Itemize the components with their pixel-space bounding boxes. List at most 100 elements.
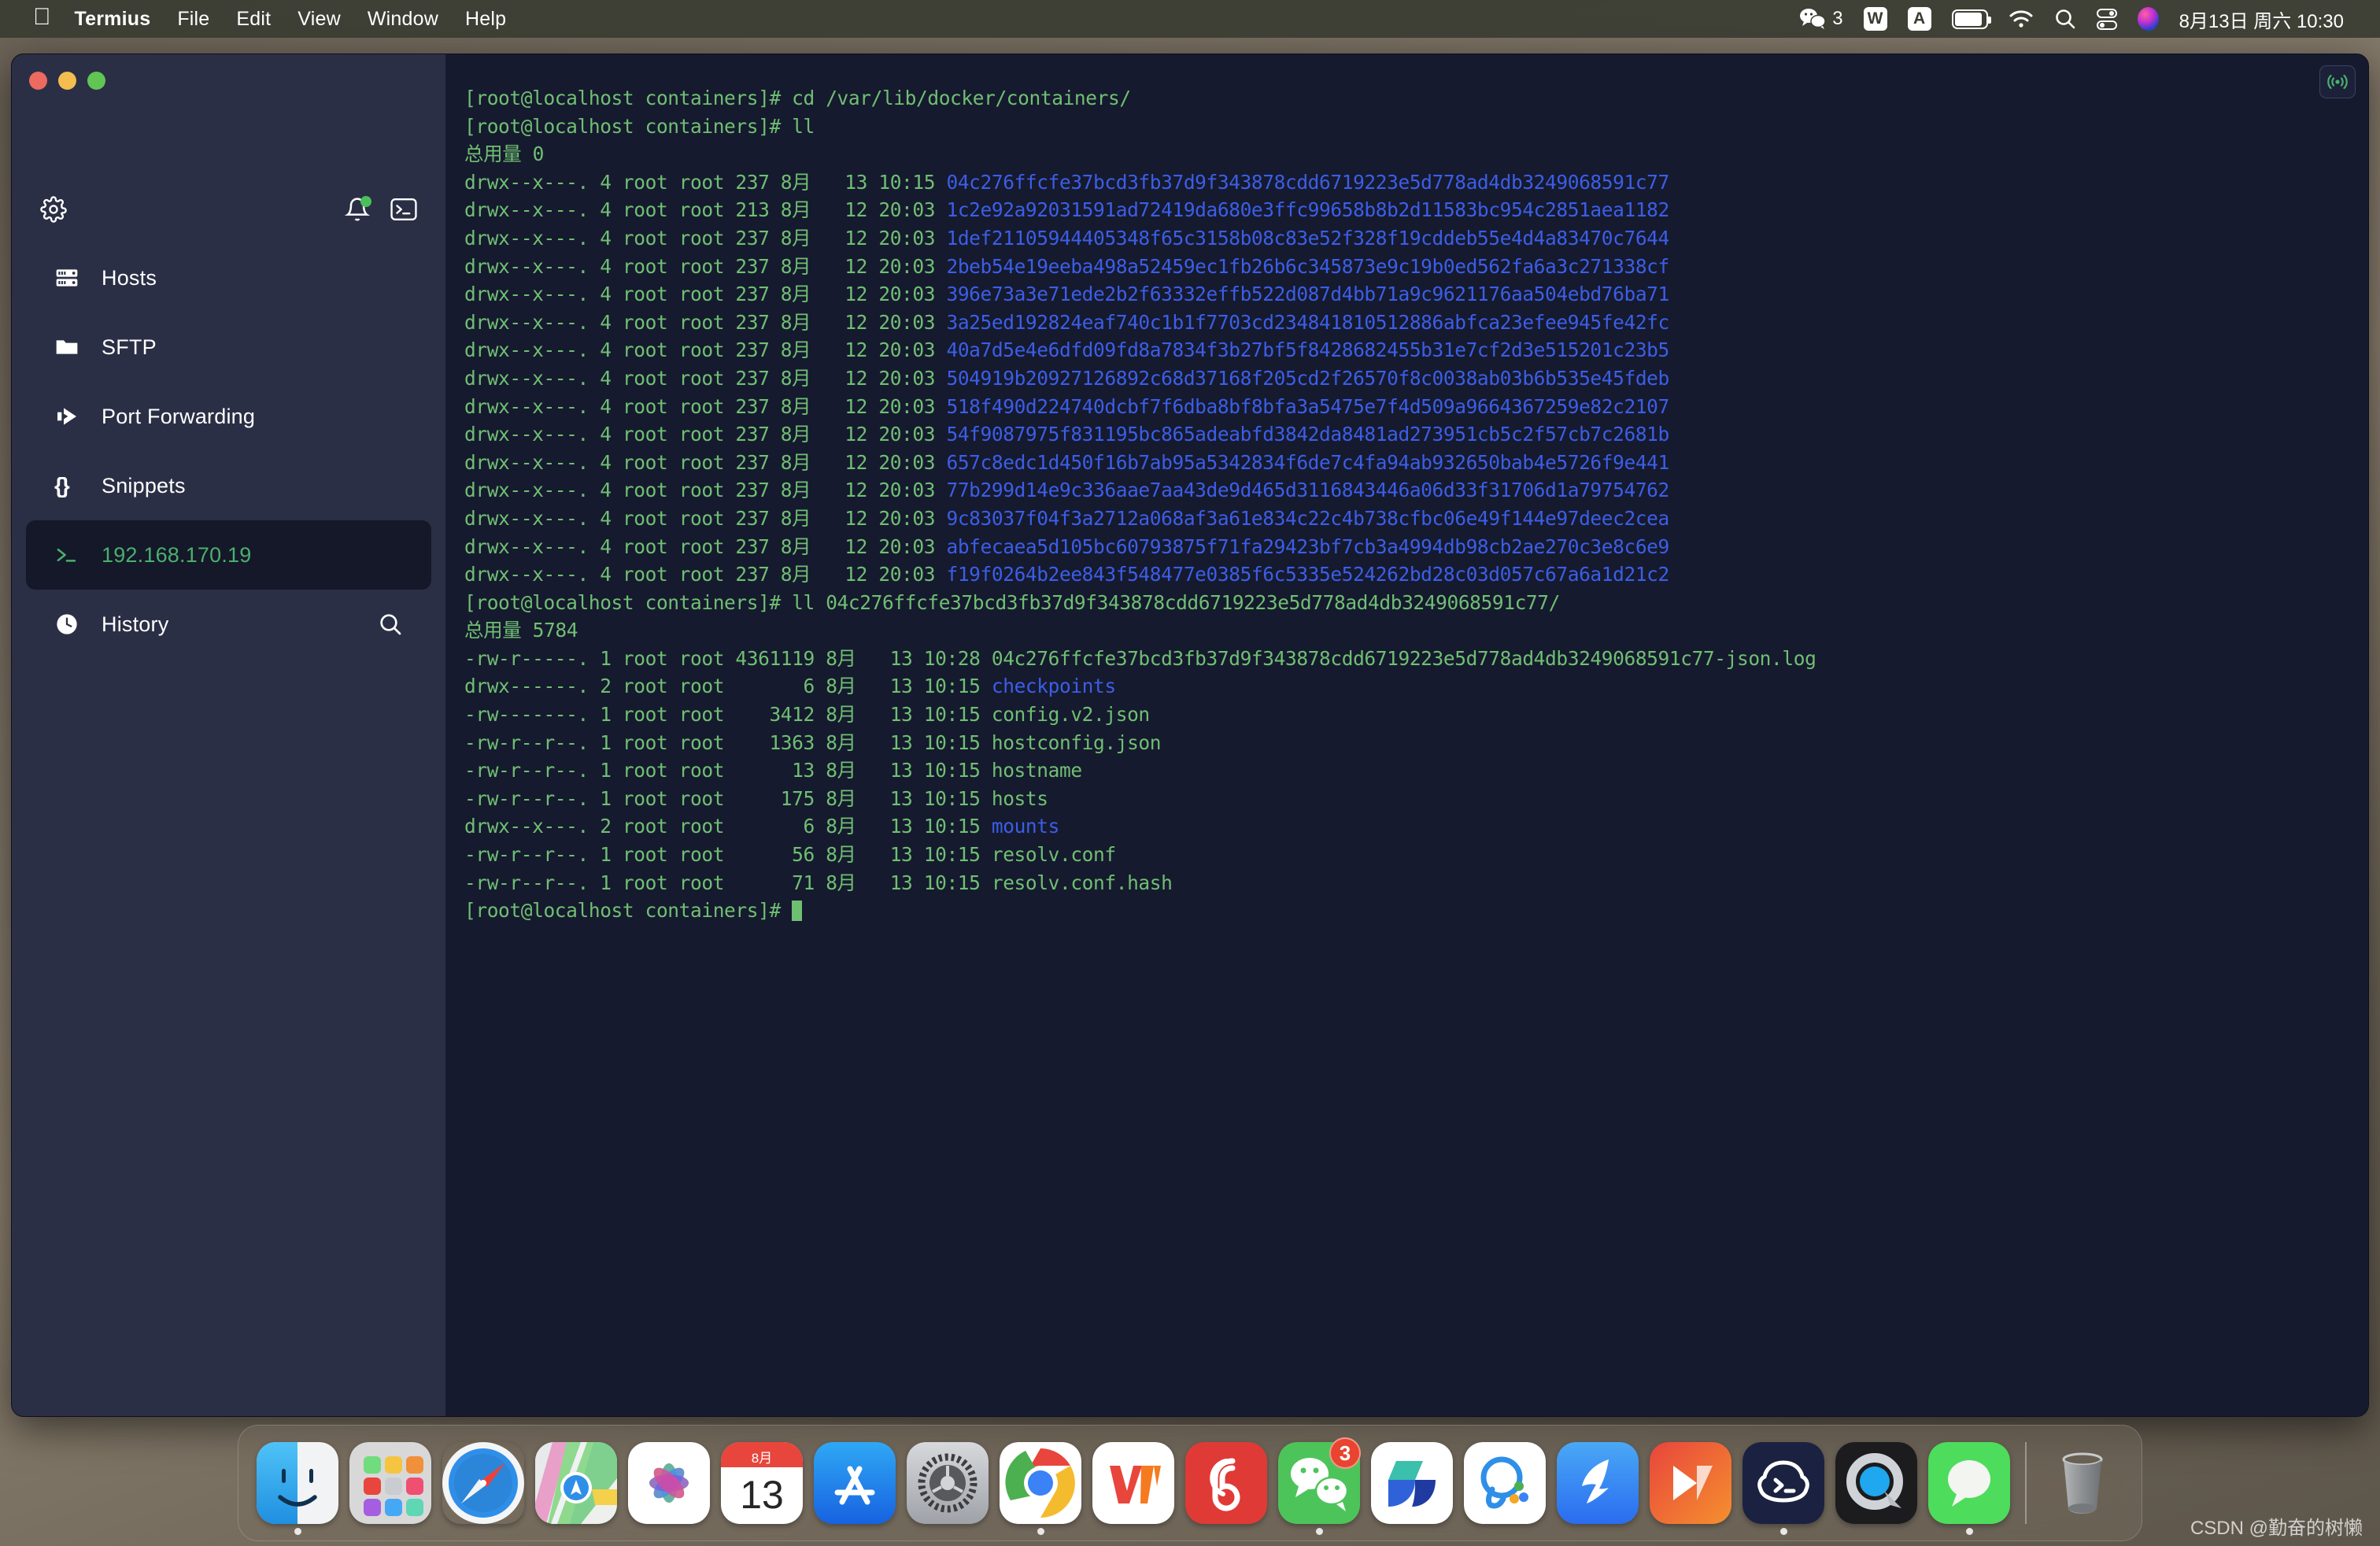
terminal-pane[interactable]: [root@localhost containers]# cd /var/lib… — [445, 54, 2368, 1416]
wifi-icon[interactable] — [2009, 9, 2034, 29]
terminal-line: drwx--x---. 4 root root 237 8月 12 20:03 … — [464, 364, 2368, 393]
trash-icon — [2042, 1442, 2123, 1524]
terminal-text: drwx--x---. 2 root root 6 8月 13 10:15 — [464, 815, 992, 838]
sidebar-item-snippets[interactable]: {} Snippets — [26, 451, 431, 520]
running-indicator — [294, 1528, 301, 1535]
dock-item-trash[interactable] — [2036, 1425, 2129, 1541]
terminal-line: [root@localhost containers]# — [464, 897, 2368, 925]
terminal-text: drwx--x---. 4 root root 237 8月 12 20:03 — [464, 366, 947, 390]
dock-item-dingtalk[interactable] — [1551, 1425, 1644, 1541]
xmind-icon — [1650, 1442, 1731, 1524]
terminal-line: 总用量 5784 — [464, 616, 2368, 645]
menu-item-view[interactable]: View — [298, 8, 341, 31]
terminal-dir-name: mounts — [991, 815, 1060, 838]
sidebar-item-label: Port Forwarding — [102, 404, 256, 428]
wps-tray-icon[interactable]: W — [1863, 7, 1887, 31]
terminal-dir-name: 3a25ed192824eaf740c1b1f7703cd23484181051… — [946, 310, 1669, 334]
dock-item-quicktime[interactable] — [1830, 1425, 1923, 1541]
terminal-text: drwx--x---. 4 root root 237 8月 13 10:15 — [464, 170, 947, 194]
spotlight-search-icon[interactable] — [2054, 8, 2076, 30]
braces-icon: {} — [54, 473, 70, 497]
control-center-pill-bottom — [2096, 20, 2117, 30]
dock-item-app-store[interactable] — [808, 1425, 901, 1541]
close-window-button[interactable] — [29, 72, 47, 90]
termius-window: Hosts SFTP Port Forwarding {} Snippets 1… — [11, 54, 2369, 1417]
wechat-unread-count: 3 — [1832, 8, 1843, 29]
sidebar-item-hosts[interactable]: Hosts — [26, 243, 431, 313]
terminal-line: drwx--x---. 4 root root 237 8月 12 20:03 … — [464, 420, 2368, 449]
bell-icon[interactable] — [345, 196, 371, 222]
dock-item-qq[interactable] — [1458, 1425, 1551, 1541]
search-icon[interactable] — [378, 612, 403, 637]
terminal-prompt-icon — [54, 544, 91, 566]
wechat-icon — [1800, 9, 1826, 29]
sidebar-item-label: History — [102, 612, 169, 636]
terminal-dir-name: 04c276ffcfe37bcd3fb37d9f343878cdd6719223… — [946, 170, 1669, 194]
terminal-text: [root@localhost containers]# ll 04c276ff… — [464, 590, 1560, 614]
sidebar-item-port-forwarding[interactable]: Port Forwarding — [26, 382, 431, 451]
terminal-line: drwx--x---. 2 root root 6 8月 13 10:15 mo… — [464, 812, 2368, 841]
dock-item-safari[interactable] — [437, 1425, 530, 1541]
dock-item-calendar[interactable]: 8月 13 — [715, 1425, 808, 1541]
dock-item-yuque[interactable] — [1366, 1425, 1458, 1541]
dock-item-xmind[interactable] — [1644, 1425, 1737, 1541]
wechat-tray-item[interactable]: 3 — [1799, 8, 1843, 30]
apple-menu-icon[interactable]:  — [33, 6, 51, 29]
menu-bar-clock[interactable]: 8月13日 周六 10:30 — [2179, 6, 2344, 33]
terminal-text: 总用量 0 — [464, 142, 545, 166]
dock-item-messages[interactable] — [1923, 1425, 2016, 1541]
dock-item-launchpad[interactable] — [344, 1425, 437, 1541]
terminal-icon[interactable] — [390, 198, 417, 221]
sidebar-item-sftp[interactable]: SFTP — [26, 313, 431, 382]
dock-item-system-preferences[interactable] — [901, 1425, 994, 1541]
battery-icon[interactable] — [1951, 9, 1991, 29]
launchpad-icon — [349, 1442, 431, 1524]
maximize-window-button[interactable] — [87, 72, 105, 90]
menu-item-termius[interactable]: Termius — [75, 8, 151, 31]
dock-item-wps-office[interactable] — [1087, 1425, 1180, 1541]
terminal-text: -rw-r--r--. 1 root root 175 8月 13 10:15 … — [464, 786, 1048, 810]
folder-icon — [54, 335, 91, 360]
terminal-text: [root@localhost containers]# ll — [464, 114, 815, 138]
terminal-line: drwx--x---. 4 root root 237 8月 12 20:03 … — [464, 253, 2368, 281]
sidebar-item-label: Snippets — [102, 473, 186, 497]
terminal-line: [root@localhost containers]# cd /var/lib… — [464, 84, 2368, 113]
finder-icon — [257, 1442, 338, 1524]
macos-dock: 8月 13 3 — [238, 1425, 2142, 1541]
terminal-dir-name: 77b299d14e9c336aae7aa43de9d465d311684344… — [946, 479, 1669, 502]
dock-item-chrome[interactable] — [994, 1425, 1087, 1541]
menu-item-window[interactable]: Window — [368, 8, 438, 31]
input-source-icon[interactable]: A — [1907, 7, 1931, 31]
menu-item-edit[interactable]: Edit — [236, 8, 271, 31]
terminal-line: drwx--x---. 4 root root 237 8月 12 20:03 … — [464, 393, 2368, 421]
dock-item-photos[interactable] — [623, 1425, 715, 1541]
terminal-line: drwx--x---. 4 root root 237 8月 12 20:03 … — [464, 280, 2368, 309]
search-glyph — [2055, 9, 2075, 29]
notification-dot — [360, 196, 371, 207]
terminal-text: [root@localhost containers]# — [464, 899, 793, 923]
terminal-dir-name: 2beb54e19eeba498a52459ec1fb26b6c345873e9… — [946, 254, 1669, 278]
sidebar-item-session-192-168-170-19[interactable]: 192.168.170.19 — [26, 520, 431, 590]
dock-item-maps[interactable] — [530, 1425, 623, 1541]
menu-item-help[interactable]: Help — [465, 8, 506, 31]
dock-item-finder[interactable] — [251, 1425, 344, 1541]
sidebar-item-label: 192.168.170.19 — [102, 542, 252, 567]
terminal-line: -rw-r--r--. 1 root root 71 8月 13 10:15 r… — [464, 869, 2368, 897]
menu-item-file[interactable]: File — [177, 8, 209, 31]
terminal-line: drwx--x---. 4 root root 237 8月 12 20:03 … — [464, 309, 2368, 337]
wifi-glyph — [2009, 10, 2033, 28]
terminal-line: drwx--x---. 4 root root 237 8月 12 20:03 … — [464, 336, 2368, 364]
battery-fill — [1954, 12, 1982, 26]
dock-item-termius[interactable] — [1737, 1425, 1830, 1541]
dock-item-netease-music[interactable] — [1180, 1425, 1273, 1541]
terminal-line: drwx--x---. 4 root root 237 8月 13 10:15 … — [464, 168, 2368, 197]
terminal-text: [root@localhost containers]# cd /var/lib… — [464, 87, 1131, 109]
messages-icon — [1928, 1442, 2010, 1524]
minimize-window-button[interactable] — [58, 72, 76, 90]
dock-item-wechat[interactable]: 3 — [1273, 1425, 1366, 1541]
siri-icon[interactable] — [2137, 7, 2159, 31]
control-center-icon[interactable] — [2096, 8, 2117, 30]
gear-icon[interactable] — [40, 196, 67, 223]
terminal-dir-name: 9c83037f04f3a2712a068af3a61e834c22c4b738… — [946, 506, 1669, 530]
sidebar-item-history[interactable]: History — [26, 590, 431, 659]
